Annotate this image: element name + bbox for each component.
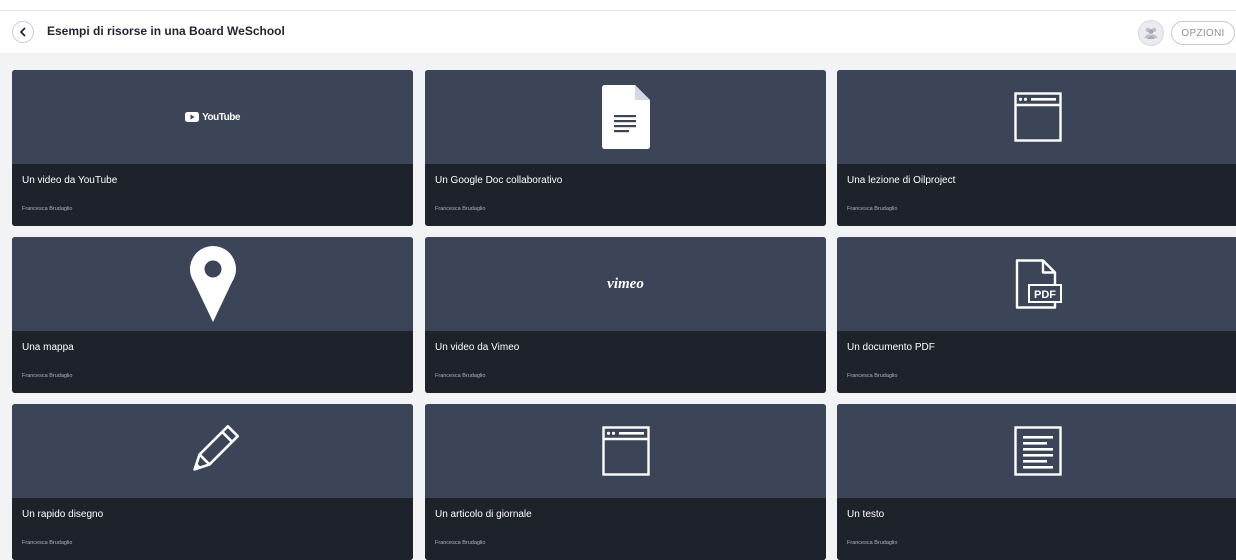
card-meta: Un articolo di giornale Francesca Brudag… [425,498,826,560]
document-icon [601,85,650,149]
page-title: Esempi di risorse in una Board WeSchool [47,24,285,38]
resource-card-google-doc[interactable]: Un Google Doc collaborativo Francesca Br… [425,70,826,226]
map-pin-icon [189,246,236,322]
card-author: Francesca Brudaglio [22,206,73,212]
card-meta: Un video da YouTube Francesca Brudaglio [12,164,413,226]
card-title: Una lezione di Oilproject [847,175,956,186]
card-meta: Un video da Vimeo Francesca Brudaglio [425,331,826,393]
youtube-logo: YouTube [185,112,240,123]
pdf-file-icon: PDF [1015,259,1062,309]
card-title: Un testo [847,509,885,520]
card-title: Un documento PDF [847,342,935,353]
card-author: Francesca Brudaglio [435,540,486,546]
people-icon [1144,27,1158,39]
card-preview [12,404,413,498]
card-title: Un video da YouTube [22,175,118,186]
card-title: Un articolo di giornale [435,509,532,520]
card-author: Francesca Brudaglio [435,373,486,379]
resource-card-youtube[interactable]: YouTube Un video da YouTube Francesca Br… [12,70,413,226]
card-author: Francesca Brudaglio [847,373,898,379]
resource-card-vimeo[interactable]: vimeo Un video da Vimeo Francesca Brudag… [425,237,826,393]
card-preview [12,237,413,331]
card-author: Francesca Brudaglio [22,540,73,546]
group-members-button[interactable] [1138,20,1164,46]
card-meta: Un Google Doc collaborativo Francesca Br… [425,164,826,226]
card-preview: vimeo [425,237,826,331]
resource-card-pdf[interactable]: PDF Un documento PDF Francesca Brudaglio [837,237,1236,393]
card-title: Un Google Doc collaborativo [435,175,563,186]
resource-card-drawing[interactable]: Un rapido disegno Francesca Brudaglio [12,404,413,560]
card-meta: Una lezione di Oilproject Francesca Brud… [837,164,1236,226]
youtube-play-icon [185,112,200,122]
card-meta: Un documento PDF Francesca Brudaglio [837,331,1236,393]
card-preview [837,70,1236,164]
resource-card-map[interactable]: Una mappa Francesca Brudaglio [12,237,413,393]
resource-card-oilproject[interactable]: Una lezione di Oilproject Francesca Brud… [837,70,1236,226]
card-author: Francesca Brudaglio [435,206,486,212]
youtube-logo-text: YouTube [202,111,240,123]
pencil-icon [192,425,239,471]
card-preview: YouTube [12,70,413,164]
chevron-left-icon [20,27,26,37]
card-preview [425,404,826,498]
back-button[interactable] [12,21,34,43]
options-button[interactable]: OPZIONI [1171,21,1235,45]
card-preview [837,404,1236,498]
card-preview [425,70,826,164]
browser-window-icon [1013,92,1062,142]
card-author: Francesca Brudaglio [847,206,898,212]
card-preview: PDF [837,237,1236,331]
card-meta: Una mappa Francesca Brudaglio [12,331,413,393]
card-title: Un rapido disegno [22,509,104,520]
card-title: Una mappa [22,342,74,353]
card-meta: Un testo Francesca Brudaglio [837,498,1236,560]
resource-card-article[interactable]: Un articolo di giornale Francesca Brudag… [425,404,826,560]
card-meta: Un rapido disegno Francesca Brudaglio [12,498,413,560]
resource-card-text[interactable]: Un testo Francesca Brudaglio [837,404,1236,560]
text-document-icon [1013,426,1062,476]
top-border [0,0,1236,11]
card-author: Francesca Brudaglio [847,540,898,546]
pdf-badge-text: PDF [1034,289,1056,301]
card-author: Francesca Brudaglio [22,373,73,379]
card-title: Un video da Vimeo [435,342,520,353]
browser-window-icon [601,426,650,476]
board-header: Esempi di risorse in una Board WeSchool … [0,11,1236,53]
vimeo-logo: vimeo [607,275,644,292]
